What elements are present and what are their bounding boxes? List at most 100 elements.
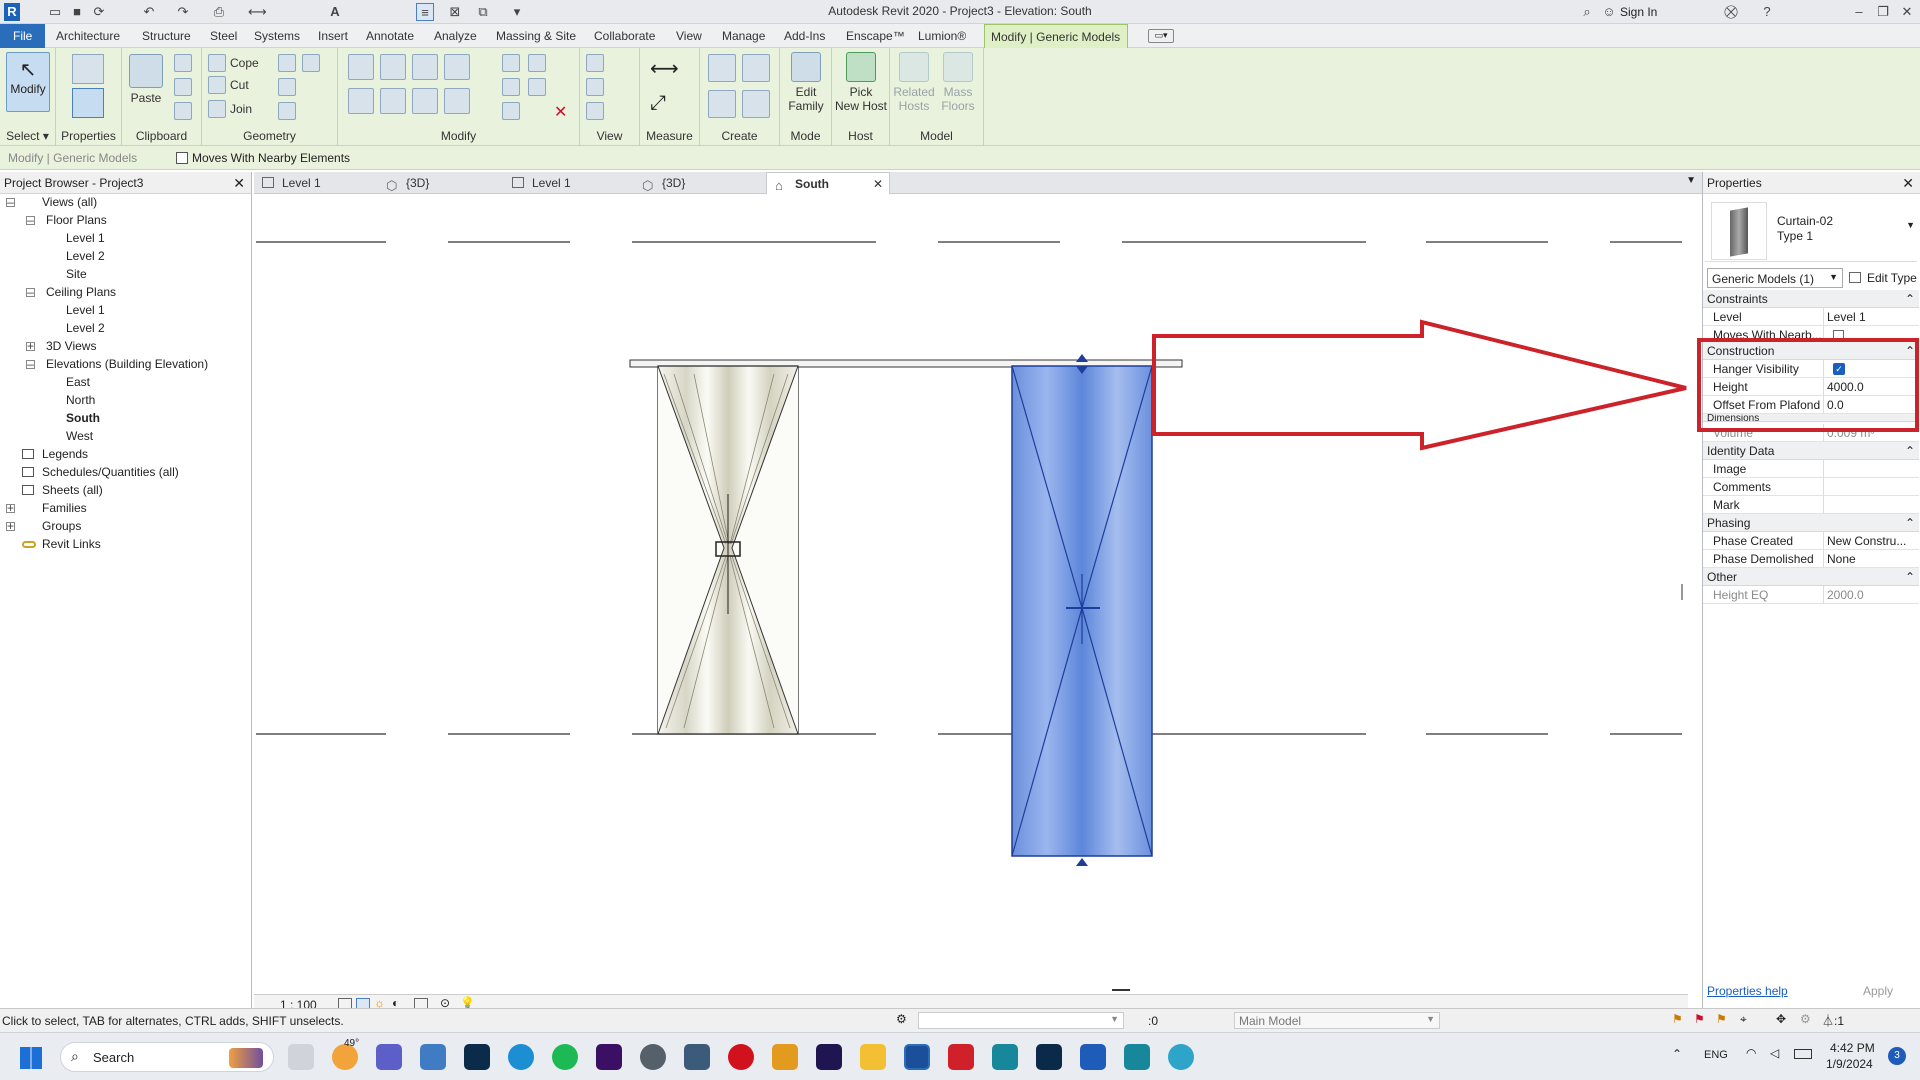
- drag-elements-icon[interactable]: ✥: [1776, 1012, 1786, 1026]
- tree-families[interactable]: Families: [42, 501, 87, 515]
- tree-fp-level2[interactable]: Level 2: [66, 249, 105, 263]
- curtain-left[interactable]: [657, 365, 799, 735]
- tab-enscape[interactable]: Enscape™: [840, 24, 911, 48]
- tree-east[interactable]: East: [66, 375, 90, 389]
- tab-file[interactable]: File: [0, 24, 46, 48]
- tab-collaborate[interactable]: Collaborate: [588, 24, 661, 48]
- teams-icon[interactable]: [376, 1044, 402, 1070]
- delete-icon[interactable]: ✕: [554, 102, 567, 122]
- tree-legends[interactable]: Legends: [42, 447, 88, 461]
- scale-icon[interactable]: [502, 102, 520, 120]
- wifi-icon[interactable]: ◠: [1746, 1046, 1756, 1060]
- trim-icon[interactable]: [444, 88, 470, 114]
- cut-button[interactable]: Cut: [230, 78, 249, 92]
- expand-icon[interactable]: +: [26, 340, 35, 352]
- 3dsmax-icon[interactable]: [992, 1044, 1018, 1070]
- tree-schedules[interactable]: Schedules/Quantities (all): [42, 465, 179, 479]
- copy-icon[interactable]: [174, 78, 192, 96]
- collapse-icon[interactable]: –: [26, 214, 35, 226]
- select-underlay-icon[interactable]: ⚑: [1694, 1012, 1705, 1026]
- prop-level-value[interactable]: Level 1: [1827, 310, 1866, 324]
- tab-insert[interactable]: Insert: [312, 24, 354, 48]
- autocad-icon[interactable]: [948, 1044, 974, 1070]
- collapse-icon[interactable]: –: [26, 286, 35, 298]
- create-group-icon[interactable]: [708, 90, 736, 118]
- select-dropdown[interactable]: Select ▾: [0, 129, 55, 143]
- tabs-dropdown-icon[interactable]: ▼: [1686, 175, 1696, 186]
- section-constraints[interactable]: Constraints ⌃: [1703, 290, 1919, 308]
- task-view-icon[interactable]: [288, 1044, 314, 1070]
- mass-floors-button[interactable]: Mass Floors: [936, 52, 980, 113]
- close-properties-icon[interactable]: ✕: [1902, 172, 1914, 194]
- sign-in-link[interactable]: Sign In: [1620, 5, 1657, 19]
- tree-south[interactable]: South: [66, 411, 100, 425]
- copy-element-icon[interactable]: [380, 88, 406, 114]
- hide-icon[interactable]: [586, 102, 604, 120]
- worksets-icon[interactable]: ⚙: [896, 1012, 907, 1026]
- collapse-icon[interactable]: –: [6, 196, 15, 208]
- volume-icon[interactable]: ◁: [1770, 1046, 1779, 1060]
- clock-date[interactable]: 1/9/2024: [1826, 1057, 1873, 1071]
- battery-icon[interactable]: [1794, 1049, 1812, 1059]
- globe-app-icon[interactable]: [1168, 1044, 1194, 1070]
- calendar-icon[interactable]: [684, 1044, 710, 1070]
- view-tab-level1-a[interactable]: Level 1: [254, 172, 378, 194]
- mirror-draw-icon[interactable]: [444, 54, 470, 80]
- tree-fp-level1[interactable]: Level 1: [66, 231, 105, 245]
- 3dsmax-2-icon[interactable]: [1124, 1044, 1150, 1070]
- drawing-canvas[interactable]: [254, 194, 1688, 994]
- tab-massing-site[interactable]: Massing & Site: [490, 24, 582, 48]
- section-identity-data[interactable]: Identity Data ⌃: [1703, 442, 1919, 460]
- cope-button[interactable]: Cope: [230, 56, 259, 70]
- tab-steel[interactable]: Steel: [204, 24, 243, 48]
- wall-joins-icon[interactable]: [278, 54, 296, 72]
- filter-icon[interactable]: ⏃: [1822, 1012, 1834, 1029]
- tab-modify-generic-models[interactable]: Modify | Generic Models: [984, 24, 1128, 48]
- tree-north[interactable]: North: [66, 393, 95, 407]
- related-hosts-button[interactable]: Related Hosts: [892, 52, 936, 113]
- help-icon[interactable]: ?: [1758, 3, 1776, 21]
- split-face-icon[interactable]: [302, 54, 320, 72]
- language-indicator[interactable]: ENG: [1704, 1049, 1728, 1061]
- tree-floor-plans[interactable]: Floor Plans: [46, 213, 107, 227]
- tree-groups[interactable]: Groups: [42, 519, 81, 533]
- tab-annotate[interactable]: Annotate: [360, 24, 420, 48]
- moves-with-checkbox[interactable]: [176, 152, 188, 164]
- lightroom-icon[interactable]: [464, 1044, 490, 1070]
- view-tab-level1-b[interactable]: Level 1: [504, 172, 628, 194]
- tab-view[interactable]: View: [670, 24, 708, 48]
- tree-west[interactable]: West: [66, 429, 93, 443]
- tree-cp-level1[interactable]: Level 1: [66, 303, 105, 317]
- paste-button[interactable]: Paste: [126, 54, 166, 105]
- unpin-icon[interactable]: [528, 78, 546, 96]
- tree-3d-views[interactable]: 3D Views: [46, 339, 96, 353]
- design-options-dropdown[interactable]: ▼: [918, 1012, 1124, 1029]
- mirror-axis-icon[interactable]: [412, 54, 438, 80]
- paint-icon[interactable]: [278, 78, 296, 96]
- rotate-icon[interactable]: [412, 88, 438, 114]
- cope-icon[interactable]: [208, 54, 226, 72]
- select-by-face-icon[interactable]: ⌖: [1740, 1012, 1747, 1027]
- minimize-icon[interactable]: –: [1850, 3, 1868, 21]
- tab-architecture[interactable]: Architecture: [50, 24, 126, 48]
- tree-views-all[interactable]: Views (all): [42, 195, 97, 209]
- create-assembly-icon[interactable]: [708, 54, 736, 82]
- tab-structure[interactable]: Structure: [136, 24, 197, 48]
- modify-button[interactable]: ↖ Modify: [6, 52, 50, 112]
- tab-add-ins[interactable]: Add-Ins: [778, 24, 831, 48]
- tree-sheets[interactable]: Sheets (all): [42, 483, 103, 497]
- view-tab-south[interactable]: ⌂ South ✕: [766, 172, 890, 194]
- type-properties-icon[interactable]: [72, 54, 104, 84]
- section-phasing[interactable]: Phasing ⌃: [1703, 514, 1919, 532]
- prop-phase-created-value[interactable]: New Constru...: [1827, 534, 1906, 548]
- file-explorer-icon[interactable]: [860, 1044, 886, 1070]
- elevation-drawing[interactable]: [254, 194, 1688, 994]
- taskbar-search[interactable]: ⌕ Search: [60, 1042, 274, 1072]
- photos-icon[interactable]: [420, 1044, 446, 1070]
- prop-phase-demolished-value[interactable]: None: [1827, 552, 1856, 566]
- tree-revit-links[interactable]: Revit Links: [42, 537, 101, 551]
- tab-lumion[interactable]: Lumion®: [912, 24, 972, 48]
- create-similar-icon[interactable]: [742, 90, 770, 118]
- app-icon[interactable]: [640, 1044, 666, 1070]
- close-browser-icon[interactable]: ✕: [233, 172, 245, 194]
